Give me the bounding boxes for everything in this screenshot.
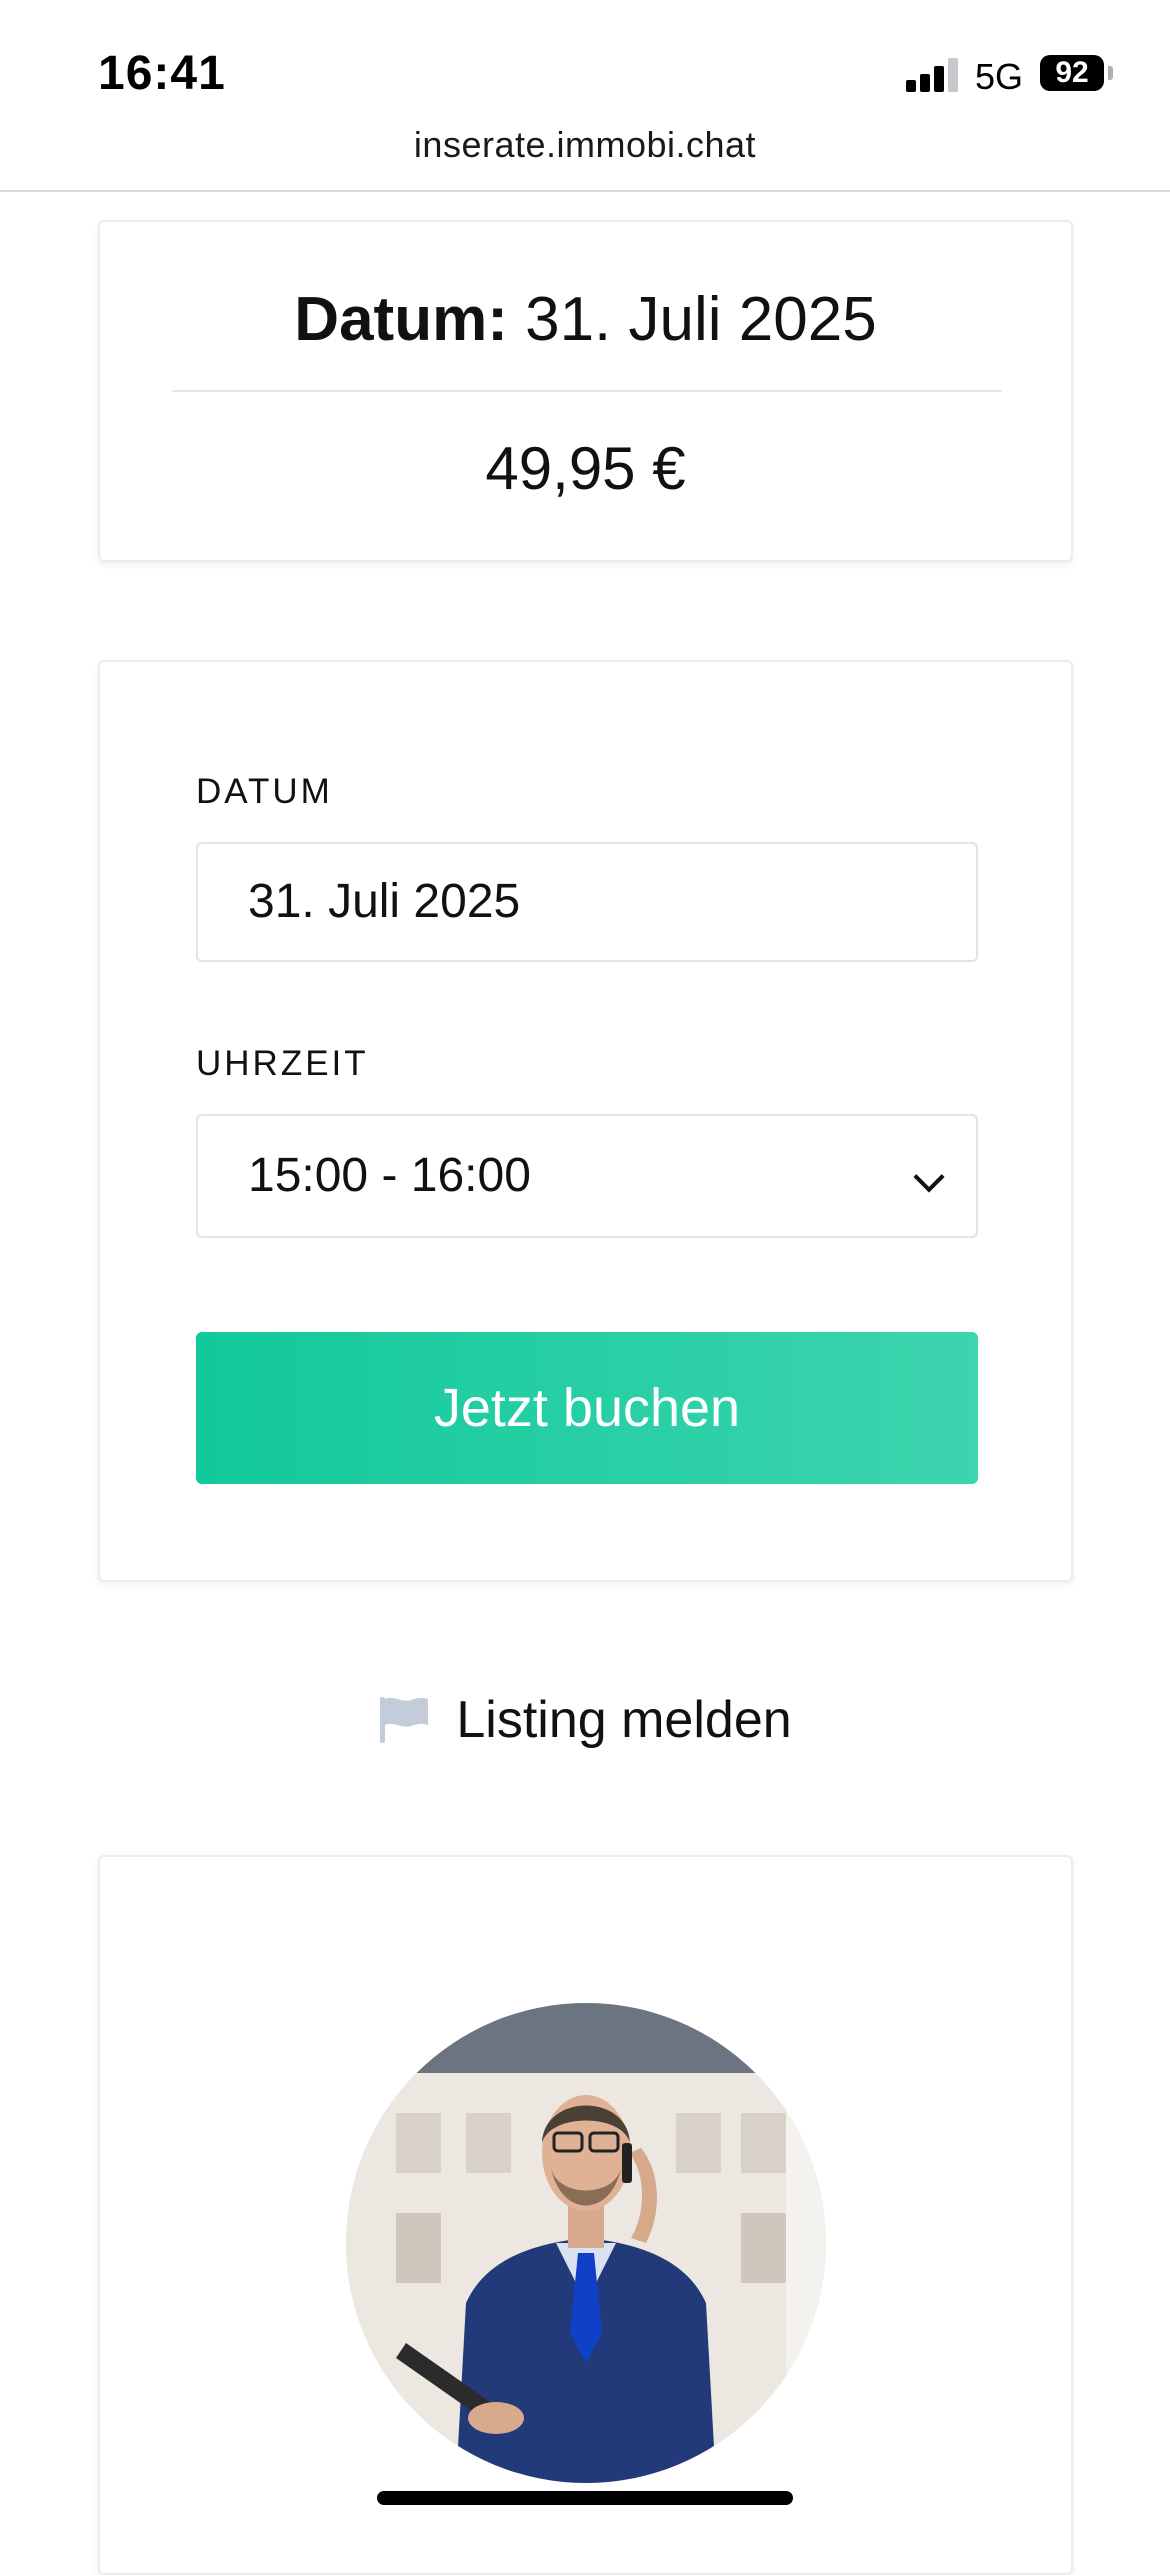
address-bar-divider (0, 190, 1170, 192)
date-field[interactable]: 31. Juli 2025 (196, 842, 978, 962)
battery-level: 92 (1055, 56, 1089, 89)
agent-photo (346, 2003, 826, 2483)
battery-tip (1108, 66, 1113, 80)
home-indicator (377, 2491, 793, 2505)
price-card-divider (172, 390, 1002, 392)
time-field-label: UHRZEIT (196, 1044, 369, 1083)
time-select-value: 15:00 - 16:00 (248, 1149, 531, 1202)
report-listing-link[interactable]: Listing melden (0, 1690, 1170, 1760)
time-select[interactable]: 15:00 - 16:00 (196, 1114, 978, 1238)
price-card-date: Datum: 31. Juli 2025 (100, 284, 1071, 355)
network-type: 5G (975, 56, 1024, 97)
price-amount: 49,95 € (485, 435, 686, 502)
date-heading-value: 31. Juli 2025 (525, 285, 877, 354)
date-heading-label: Datum: (294, 285, 508, 354)
status-time: 16:41 (98, 47, 226, 100)
status-bar: 16:41 5G 92 (0, 0, 1170, 120)
agent-card (98, 1855, 1073, 2575)
book-now-button[interactable]: Jetzt buchen (196, 1332, 978, 1484)
chevron-down-icon (913, 1161, 945, 1193)
date-field-label: DATUM (196, 772, 333, 811)
report-listing-label: Listing melden (456, 1691, 792, 1749)
flag-icon (380, 1697, 429, 1743)
booking-card: DATUM 31. Juli 2025 UHRZEIT 15:00 - 16:0… (98, 660, 1073, 1582)
agent-photo-illustration (346, 2003, 826, 2483)
cellular-signal-icon (906, 56, 958, 92)
price-card: Datum: 31. Juli 2025 49,95 € (98, 220, 1073, 562)
address-bar-url[interactable]: inserate.immobi.chat (0, 124, 1170, 166)
battery-icon: 92 (1040, 55, 1104, 91)
